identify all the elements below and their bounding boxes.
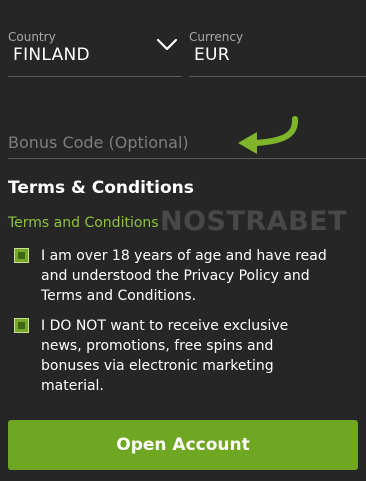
country-label: Country xyxy=(8,30,56,44)
terms-link[interactable]: Terms and Conditions xyxy=(8,215,159,231)
marketing-optout-checkbox[interactable] xyxy=(14,318,29,333)
age-consent-label: I am over 18 years of age and have read … xyxy=(41,248,327,304)
country-value: FINLAND xyxy=(13,45,90,65)
marketing-optout-row[interactable]: I DO NOT want to receive exclusive news,… xyxy=(14,316,364,398)
currency-underline xyxy=(189,76,366,77)
age-consent-row[interactable]: I am over 18 years of age and have read … xyxy=(14,246,364,308)
curved-arrow-icon xyxy=(238,116,299,154)
terms-heading: Terms & Conditions xyxy=(8,178,194,198)
watermark-logo: NOSTRABET xyxy=(160,206,348,237)
marketing-optout-label: I DO NOT want to receive exclusive news,… xyxy=(41,318,289,394)
currency-select[interactable]: Currency EUR xyxy=(186,0,366,80)
open-account-button[interactable]: Open Account xyxy=(8,420,358,470)
country-select[interactable]: Country FINLAND xyxy=(0,0,182,80)
age-consent-checkbox[interactable] xyxy=(14,248,29,263)
chevron-down-icon[interactable] xyxy=(156,38,178,52)
bonus-underline xyxy=(8,158,366,159)
bonus-code-field[interactable] xyxy=(0,118,366,160)
currency-value: EUR xyxy=(194,45,230,65)
country-underline xyxy=(8,76,182,77)
currency-label: Currency xyxy=(189,30,244,44)
